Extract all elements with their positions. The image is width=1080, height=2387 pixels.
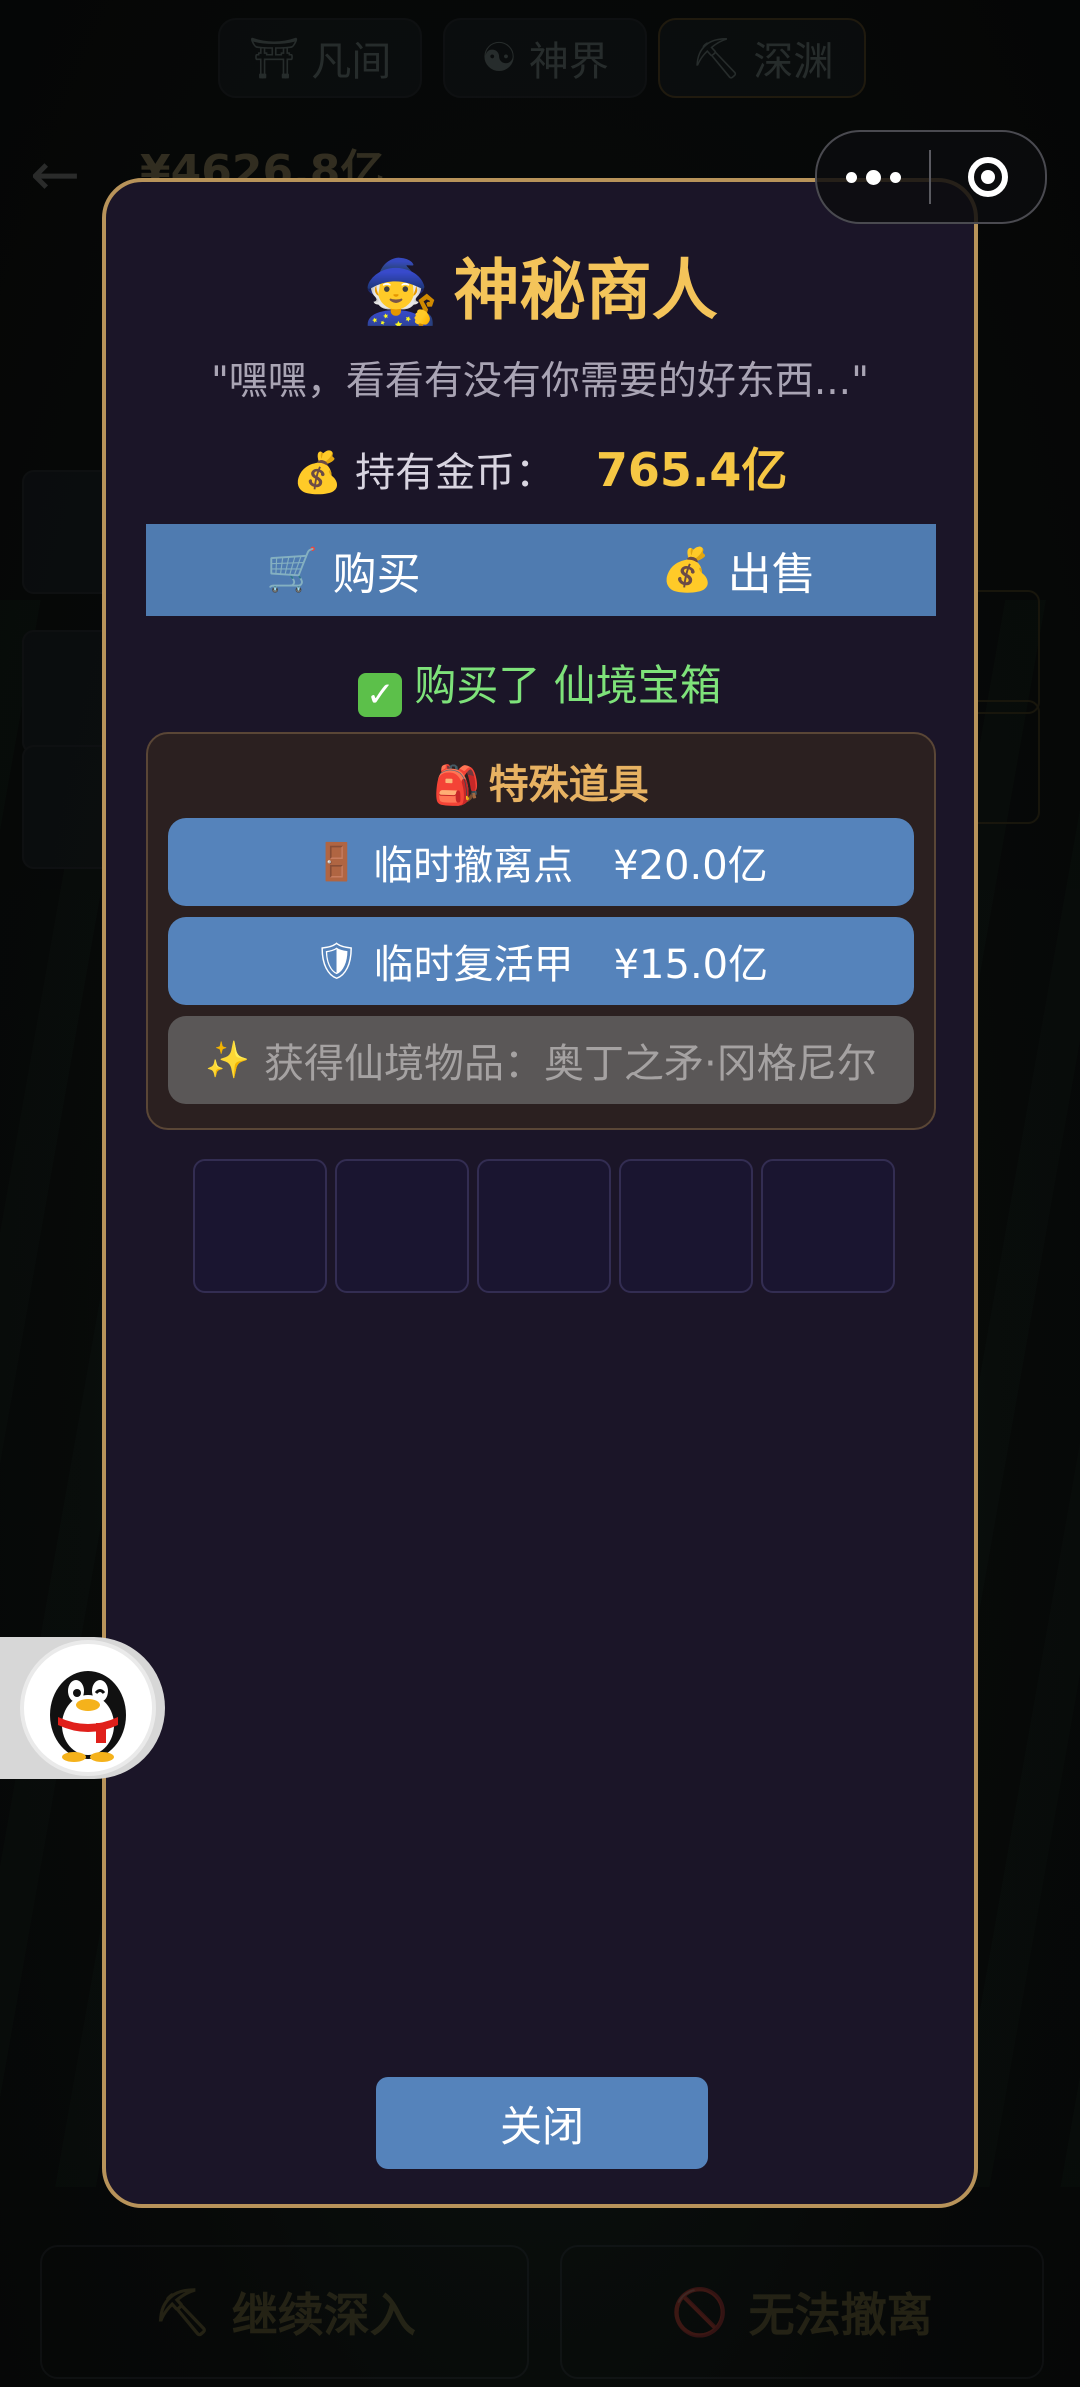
yin-yang-icon: ☯ xyxy=(481,35,517,81)
tab-label: 出售 xyxy=(727,549,816,600)
qq-penguin-icon xyxy=(20,1640,156,1776)
inventory-slot[interactable] xyxy=(193,1159,327,1293)
cart-icon: 🛒 xyxy=(266,545,319,594)
shield-icon: 🛡 xyxy=(313,941,360,982)
item-price: ¥20.0亿 xyxy=(613,843,768,889)
miniprogram-capsule xyxy=(815,130,1047,224)
inventory-slot[interactable] xyxy=(619,1159,753,1293)
balance-value: 765.4亿 xyxy=(595,443,788,497)
close-button[interactable]: 关闭 xyxy=(376,2077,708,2169)
button-label: 无法撤离 xyxy=(748,2288,933,2342)
wizard-icon: 🧙 xyxy=(362,255,440,328)
realm-tab-label: 凡间 xyxy=(311,39,392,85)
buy-temp-revive-armor-button[interactable]: 🛡 临时复活甲 ¥15.0亿 xyxy=(168,917,914,1005)
item-name: 临时撤离点 xyxy=(373,843,574,889)
modal-title: 🧙 神秘商人 xyxy=(106,237,974,333)
target-dot xyxy=(981,170,995,184)
door-icon: 🚪 xyxy=(314,842,360,883)
sparkles-icon: ✨ xyxy=(205,1040,251,1081)
cannot-evacuate-button[interactable]: 🚫 无法撤离 xyxy=(560,2245,1044,2379)
realm-tab-label: 深渊 xyxy=(753,39,834,85)
inventory-slot[interactable] xyxy=(761,1159,895,1293)
exit-miniprogram-button[interactable] xyxy=(931,132,1045,222)
realm-tab-divine[interactable]: ☯ 神界 xyxy=(443,18,647,98)
floating-qq-widget[interactable] xyxy=(0,1637,165,1779)
special-items-panel: 🎒 特殊道具 🚪 临时撤离点 ¥20.0亿 🛡 临时复活甲 ¥15.0亿 ✨ 获得… xyxy=(146,732,936,1130)
tab-sell[interactable]: 💰 出售 xyxy=(541,524,936,616)
buy-sell-tabs: 🛒 购买 💰 出售 xyxy=(146,524,936,616)
purchase-message: ✓ 购买了 仙境宝箱 xyxy=(106,652,974,717)
continue-deeper-button[interactable]: ⛏ 继续深入 xyxy=(40,2245,529,2379)
more-menu-button[interactable] xyxy=(817,132,929,222)
merchant-modal: 🧙 神秘商人 "嘿嘿，看看有没有你需要的好东西..." 💰 持有金币： 765.4… xyxy=(102,178,978,2208)
dot xyxy=(865,169,881,185)
inventory-slot[interactable] xyxy=(477,1159,611,1293)
balance-label: 持有金币： xyxy=(355,450,556,496)
button-label: 继续深入 xyxy=(231,2288,416,2342)
special-items-title: 🎒 特殊道具 xyxy=(148,752,934,810)
screen: ⛩ 凡间 ☯ 神界 ⛏ 深渊 ← ¥4626.8亿 ⛏ 继续深入 🚫 无法撤离 xyxy=(0,0,1080,2387)
prohibited-icon: 🚫 xyxy=(671,2284,729,2339)
money-bag-icon: 💰 xyxy=(292,450,343,496)
purchase-text: 购买了 仙境宝箱 xyxy=(414,661,722,710)
coin-balance: 💰 持有金币： 765.4亿 xyxy=(106,434,974,500)
backpack-icon: 🎒 xyxy=(433,763,481,807)
temple-icon: ⛩ xyxy=(248,35,300,82)
realm-tab-abyss[interactable]: ⛏ 深渊 xyxy=(658,18,866,98)
section-title: 特殊道具 xyxy=(488,762,649,808)
pickaxe-icon: ⛏ xyxy=(153,2284,212,2339)
pickaxe-icon: ⛏ xyxy=(690,35,742,82)
title-text: 神秘商人 xyxy=(453,252,718,329)
tab-buy[interactable]: 🛒 购买 xyxy=(146,524,541,616)
item-name: 临时复活甲 xyxy=(373,942,574,988)
money-bag-icon: 💰 xyxy=(661,545,714,594)
inventory-slot[interactable] xyxy=(335,1159,469,1293)
buy-temp-evac-point-button[interactable]: 🚪 临时撤离点 ¥20.0亿 xyxy=(168,818,914,906)
dot xyxy=(845,171,857,183)
inventory-slots xyxy=(193,1159,895,1293)
check-icon: ✓ xyxy=(358,673,403,717)
back-arrow-icon[interactable]: ← xyxy=(30,140,80,210)
dot xyxy=(889,171,901,183)
obtained-item-text: 获得仙境物品：奥丁之矛·冈格尼尔 xyxy=(264,1041,877,1087)
penguin-graphic xyxy=(50,1671,126,1762)
tab-label: 购买 xyxy=(332,549,421,600)
realm-tab-mortal[interactable]: ⛩ 凡间 xyxy=(218,18,422,98)
item-price: ¥15.0亿 xyxy=(613,942,769,988)
obtained-fairyland-item: ✨ 获得仙境物品：奥丁之矛·冈格尼尔 xyxy=(168,1016,914,1104)
merchant-quote: "嘿嘿，看看有没有你需要的好东西..." xyxy=(210,359,870,404)
target-icon xyxy=(968,157,1008,197)
realm-tab-label: 神界 xyxy=(528,39,609,85)
